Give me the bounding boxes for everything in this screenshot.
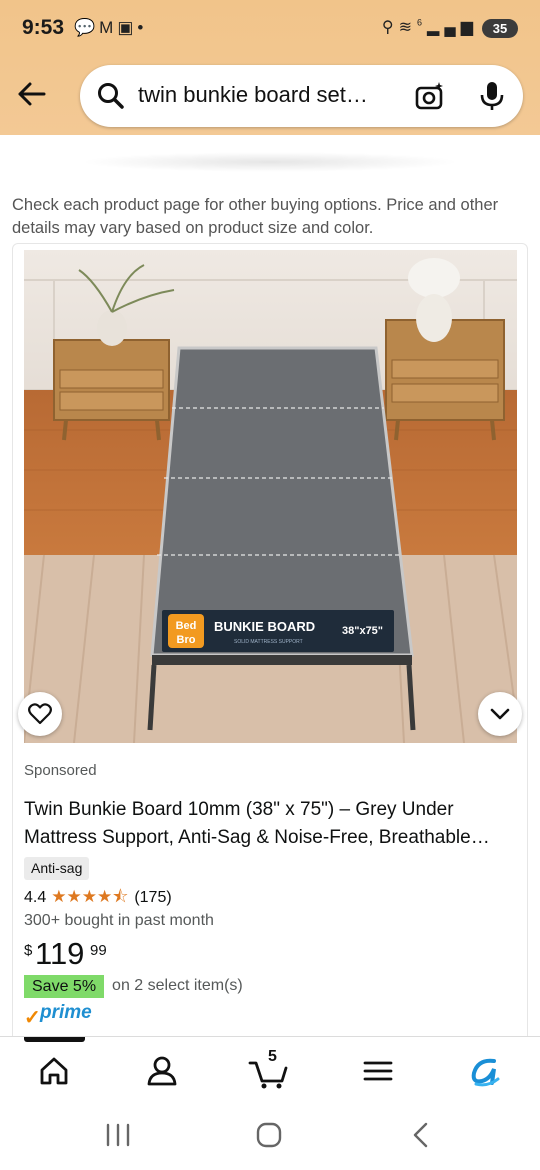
back-arrow-icon [18, 82, 46, 106]
prime-label: prime [40, 1002, 92, 1023]
chat-icon: 💬 [74, 18, 100, 37]
star-rating-icon: ★★★★⯪ [51, 886, 129, 906]
price-currency: $ [24, 942, 33, 959]
sponsored-label: Sponsored [24, 762, 97, 779]
search-icon [98, 83, 124, 109]
wifi-icon: ≋6 [398, 17, 428, 36]
image-label: BUNKIE BOARD [214, 619, 315, 634]
search-input[interactable]: twin bunkie board set… [138, 82, 388, 108]
active-tab-indicator [24, 1037, 85, 1042]
system-status-icons: ⚲≋6▂▄▆ [382, 17, 478, 37]
location-icon: ⚲ [381, 19, 399, 36]
chevron-down-icon [490, 708, 510, 720]
image-sub: SOLID MATTRESS SUPPORT [234, 639, 303, 645]
divider-shadow [80, 152, 460, 172]
nav-account[interactable] [142, 1051, 182, 1091]
menu-icon [363, 1061, 393, 1081]
nav-home[interactable] [34, 1051, 74, 1091]
product-image[interactable]: Bed Bro BUNKIE BOARD SOLID MATTRESS SUPP… [24, 250, 517, 743]
heart-icon [28, 703, 52, 725]
dot-icon: • [137, 18, 148, 37]
nav-menu[interactable] [358, 1051, 398, 1091]
rating-row[interactable]: 4.4 ★★★★⯪ (175) [24, 887, 172, 909]
feature-badge: Anti-sag [24, 857, 90, 880]
system-back-icon[interactable] [406, 1120, 434, 1150]
account-icon [147, 1056, 177, 1086]
bought-count: 300+ bought in past month [24, 912, 214, 929]
system-navigation-bar [0, 1100, 540, 1170]
save-note: on 2 select item(s) [112, 977, 243, 994]
notification-icons: 💬M▣• [74, 18, 147, 38]
nav-rufus[interactable] [466, 1051, 506, 1091]
buying-options-notice: Check each product page for other buying… [12, 196, 499, 237]
review-count[interactable]: (175) [134, 889, 171, 907]
price-whole: 119 [35, 936, 85, 971]
home-icon [40, 1057, 68, 1085]
more-options-button[interactable] [478, 692, 522, 736]
brand-logo-text: Bed [176, 620, 197, 632]
app-header: 9:53 💬M▣• ⚲≋6▂▄▆ 35 twin bunkie board se… [0, 0, 540, 135]
svg-text:Bro: Bro [177, 634, 196, 646]
back-button[interactable] [14, 76, 50, 112]
cart-count-badge: 5 [268, 1048, 277, 1065]
image-size: 38"x75" [342, 625, 383, 637]
signal-icon: ▂▄▆ [427, 19, 478, 36]
coupon-row[interactable]: Save 5% on 2 select item(s) [24, 974, 243, 998]
home-button-icon[interactable] [254, 1120, 284, 1150]
bottom-nav [0, 1036, 540, 1100]
battery-indicator: 35 [482, 19, 518, 38]
status-bar: 9:53 💬M▣• ⚲≋6▂▄▆ 35 [0, 0, 540, 56]
favorite-button[interactable] [18, 692, 62, 736]
rufus-assistant-icon [471, 1058, 500, 1087]
recent-apps-icon[interactable] [104, 1122, 132, 1148]
search-bar[interactable]: twin bunkie board set… [80, 65, 523, 127]
price-fraction: 99 [90, 942, 107, 959]
prime-check-icon: ✓ [24, 1007, 41, 1029]
product-title[interactable]: Twin Bunkie Board 10mm (38" x 75") – Gre… [24, 796, 524, 852]
camera-icon[interactable] [414, 80, 446, 112]
gmail-icon: M [99, 18, 118, 37]
mic-icon[interactable] [478, 80, 506, 112]
product-photo: Bed Bro BUNKIE BOARD SOLID MATTRESS SUPP… [24, 250, 517, 743]
save-badge: Save 5% [24, 974, 105, 998]
rating-value: 4.4 [24, 889, 47, 906]
status-time: 9:53 [22, 16, 65, 39]
screenshot-icon: ▣ [117, 18, 138, 37]
